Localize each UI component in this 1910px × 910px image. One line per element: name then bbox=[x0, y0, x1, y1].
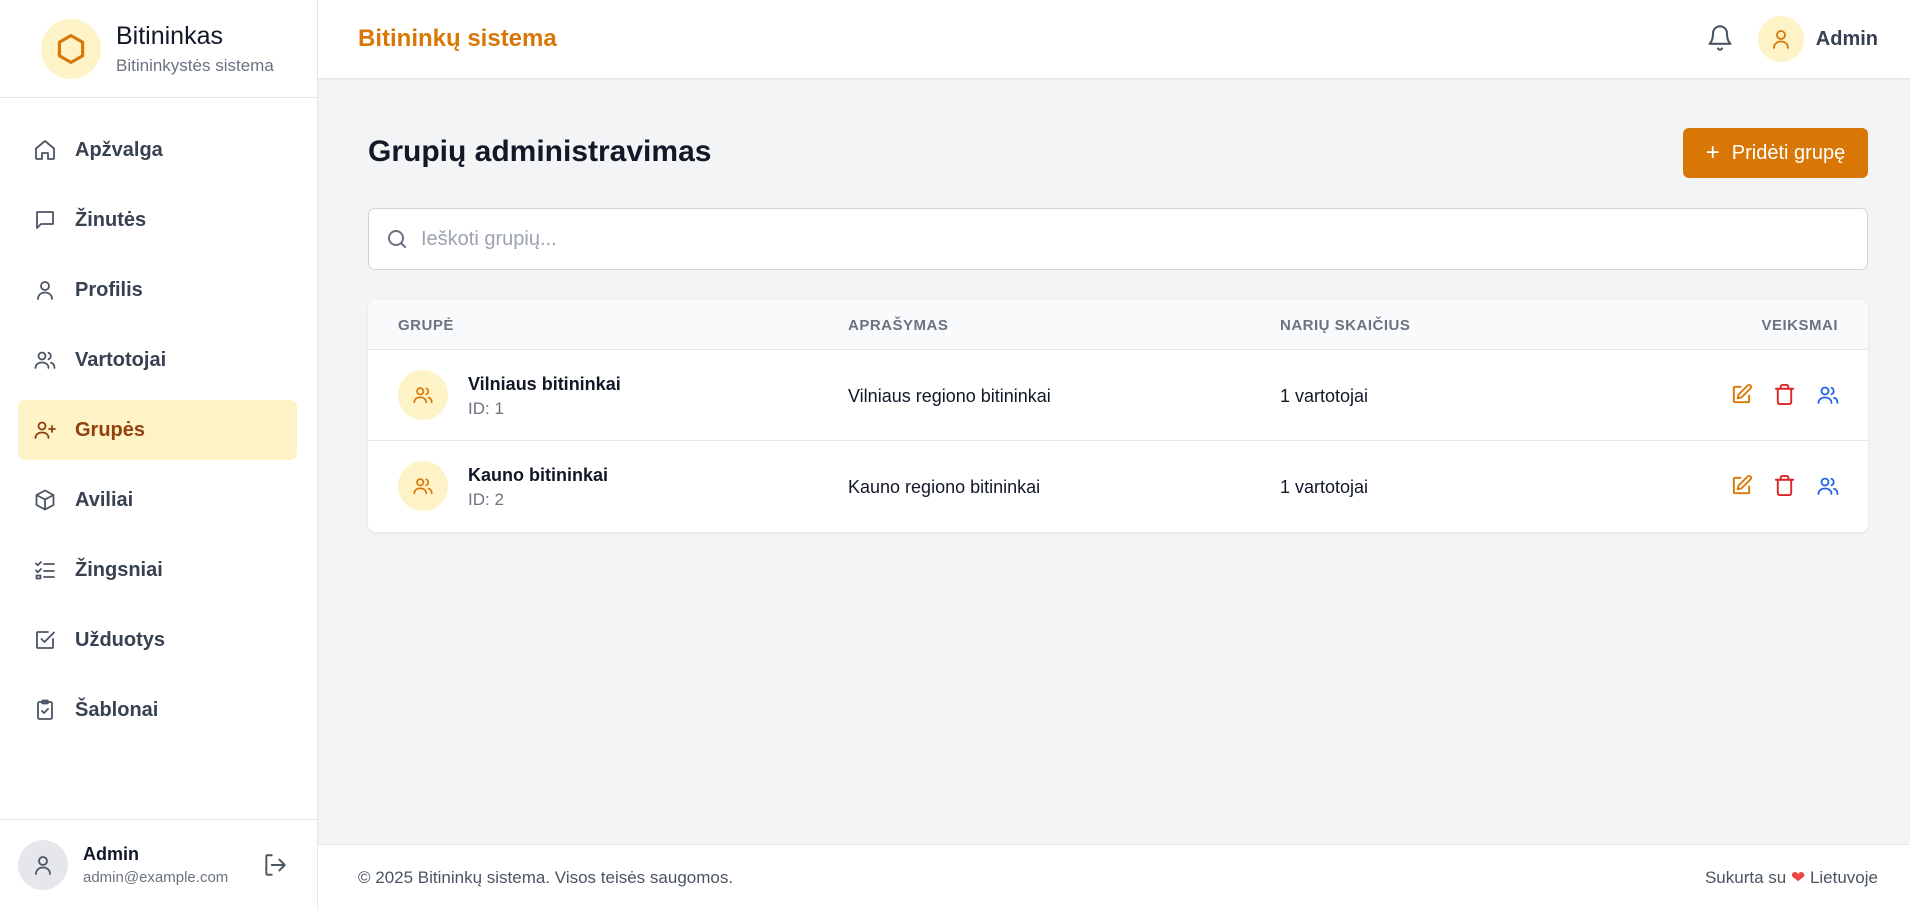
list-checks-icon bbox=[32, 557, 58, 583]
plus-icon: + bbox=[1705, 139, 1720, 166]
group-name: Kauno bitininkai bbox=[468, 465, 609, 485]
sidebar-item-vartotojai[interactable]: Vartotojai bbox=[18, 330, 297, 390]
page-title: Grupių administravimas bbox=[368, 135, 712, 168]
group-member-count: 1 vartotojai bbox=[1280, 386, 1369, 406]
row-actions bbox=[1729, 473, 1840, 498]
column-header-members: NARIŲ SKAIČIUS bbox=[1280, 317, 1411, 334]
table-header: GRUPĖ APRAŠYMAS NARIŲ SKAIČIUS VEIKSMAI bbox=[368, 300, 1868, 350]
copyright: © 2025 Bitininkų sistema. Visos teisės s… bbox=[358, 868, 734, 887]
sidebar-item-uzduotys[interactable]: Užduotys bbox=[18, 610, 297, 670]
logout-icon[interactable] bbox=[262, 852, 288, 883]
column-header-description: APRAŠYMAS bbox=[848, 317, 949, 334]
sidebar-item-profilis[interactable]: Profilis bbox=[18, 260, 297, 320]
users-icon[interactable] bbox=[1815, 473, 1840, 498]
edit-icon[interactable] bbox=[1729, 382, 1754, 407]
brand-name: Bitininkas bbox=[116, 21, 223, 50]
box-icon bbox=[32, 487, 58, 513]
user-icon bbox=[1757, 16, 1804, 62]
sidebar-item-label: Žingsniai bbox=[75, 558, 163, 581]
top-header: Bitininkų sistema Admin bbox=[318, 0, 1910, 79]
header-user-name: Admin bbox=[1815, 27, 1878, 50]
sidebar-nav: Apžvalga Žinutės Profilis Vartotojai Gru… bbox=[0, 98, 317, 740]
trash-icon[interactable] bbox=[1772, 382, 1797, 407]
header-title: Bitininkų sistema bbox=[358, 25, 557, 52]
search-box bbox=[368, 208, 1868, 270]
checkbox-icon bbox=[32, 627, 58, 653]
sidebar-item-apzvalga[interactable]: Apžvalga bbox=[18, 120, 297, 180]
add-group-button[interactable]: + Pridėti grupę bbox=[1683, 128, 1868, 178]
message-icon bbox=[32, 207, 58, 233]
table-row: Kauno bitininkai ID: 2 Kauno regiono bit… bbox=[368, 441, 1868, 532]
header-user-menu[interactable]: Admin bbox=[1757, 16, 1878, 62]
edit-icon[interactable] bbox=[1729, 473, 1754, 498]
avatar bbox=[18, 840, 68, 890]
user-plus-icon bbox=[32, 417, 58, 443]
sidebar-item-label: Apžvalga bbox=[75, 138, 163, 161]
sidebar-item-label: Užduotys bbox=[75, 628, 165, 651]
trash-icon[interactable] bbox=[1772, 473, 1797, 498]
bell-icon[interactable] bbox=[1706, 24, 1734, 57]
main-content: Grupių administravimas + Pridėti grupę G… bbox=[318, 79, 1910, 844]
footer-credit: Sukurta su ❤ Lietuvoje bbox=[1705, 868, 1878, 888]
sidebar-item-sablonai[interactable]: Šablonai bbox=[18, 680, 297, 740]
users-icon bbox=[398, 370, 448, 420]
add-group-label: Pridėti grupę bbox=[1731, 141, 1846, 164]
group-description: Kauno regiono bitininkai bbox=[848, 477, 1041, 497]
brand[interactable]: Bitininkas Bitininkystės sistema bbox=[0, 0, 317, 98]
hexagon-icon bbox=[41, 18, 101, 79]
footer: © 2025 Bitininkų sistema. Visos teisės s… bbox=[318, 844, 1910, 910]
group-id: ID: 2 bbox=[468, 490, 504, 509]
credit-suffix: Lietuvoje bbox=[1809, 868, 1878, 887]
column-header-actions: VEIKSMAI bbox=[1761, 317, 1838, 334]
group-id: ID: 1 bbox=[468, 399, 504, 418]
sidebar-user: Admin admin@example.com bbox=[0, 819, 318, 910]
groups-table: GRUPĖ APRAŠYMAS NARIŲ SKAIČIUS VEIKSMAI … bbox=[368, 300, 1868, 532]
brand-subtitle: Bitininkystės sistema bbox=[116, 55, 274, 75]
sidebar-item-zinutes[interactable]: Žinutės bbox=[18, 190, 297, 250]
sidebar-item-grupes[interactable]: Grupės bbox=[18, 400, 297, 460]
group-description: Vilniaus regiono bitininkai bbox=[848, 386, 1051, 406]
column-header-group: GRUPĖ bbox=[398, 317, 454, 334]
table-row: Vilniaus bitininkai ID: 1 Vilniaus regio… bbox=[368, 350, 1868, 441]
search-input[interactable] bbox=[421, 227, 1755, 251]
user-icon bbox=[32, 277, 58, 303]
credit-prefix: Sukurta su bbox=[1704, 868, 1787, 887]
heart-icon: ❤ bbox=[1790, 868, 1806, 887]
group-member-count: 1 vartotojai bbox=[1280, 477, 1369, 497]
sidebar-item-label: Vartotojai bbox=[75, 348, 167, 371]
sidebar-item-label: Aviliai bbox=[75, 488, 134, 511]
sidebar: Bitininkas Bitininkystės sistema Apžvalg… bbox=[0, 0, 318, 910]
user-name: Admin bbox=[83, 844, 139, 864]
users-icon[interactable] bbox=[1815, 382, 1840, 407]
sidebar-item-label: Šablonai bbox=[75, 698, 159, 721]
sidebar-item-label: Grupės bbox=[75, 418, 146, 441]
users-icon bbox=[398, 461, 448, 511]
row-actions bbox=[1729, 382, 1840, 407]
users-icon bbox=[32, 347, 58, 373]
clipboard-check-icon bbox=[32, 697, 58, 723]
user-email: admin@example.com bbox=[83, 869, 229, 886]
group-name: Vilniaus bitininkai bbox=[468, 374, 621, 394]
sidebar-item-label: Žinutės bbox=[75, 208, 147, 231]
sidebar-item-label: Profilis bbox=[75, 278, 143, 301]
home-icon bbox=[32, 137, 58, 163]
search-icon bbox=[388, 230, 406, 248]
sidebar-item-zingsniai[interactable]: Žingsniai bbox=[18, 540, 297, 600]
sidebar-item-aviliai[interactable]: Aviliai bbox=[18, 470, 297, 530]
